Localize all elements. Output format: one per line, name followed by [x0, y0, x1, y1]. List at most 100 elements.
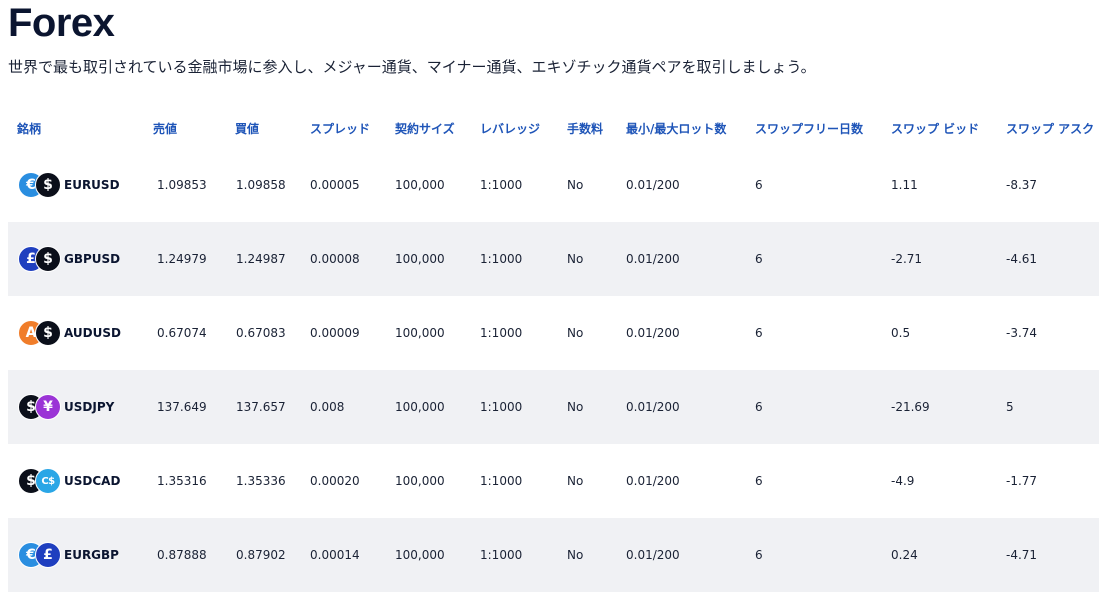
fee-cell: No [567, 474, 584, 488]
header-buy[interactable]: 買値 [235, 108, 259, 148]
currency-pair-icon: $ C$ [18, 468, 61, 494]
leverage-cell: 1:1000 [480, 252, 523, 266]
page-subtitle: 世界で最も取引されている金融市場に参入し、メジャー通貨、マイナー通貨、エキゾチッ… [8, 58, 816, 76]
swap-bid-cell: -2.71 [891, 252, 923, 266]
swap-free-days-cell: 6 [755, 474, 763, 488]
spread-cell: 0.008 [310, 400, 345, 414]
table-row[interactable]: $ C$ USDCAD 1.35316 1.35336 0.00020 100,000 1:1… [8, 444, 1099, 518]
fee-cell: No [567, 548, 584, 562]
symbol-cell[interactable]: $ ¥ USDJPY [17, 370, 114, 444]
fee-cell: No [567, 400, 584, 414]
leverage-cell: 1:1000 [480, 326, 523, 340]
contract-size-cell: 100,000 [395, 252, 445, 266]
lots-cell: 0.01/200 [626, 548, 680, 562]
dollar-icon: $ [35, 172, 61, 198]
symbol-label: GBPUSD [64, 252, 121, 266]
canadian-dollar-icon: C$ [35, 468, 61, 494]
swap-ask-cell: -4.71 [1006, 548, 1038, 562]
header-swap-ask[interactable]: スワップ アスク [1006, 108, 1094, 148]
leverage-cell: 1:1000 [480, 548, 523, 562]
swap-free-days-cell: 6 [755, 400, 763, 414]
buy-price-cell: 1.09858 [236, 178, 286, 192]
swap-ask-cell: -1.77 [1006, 474, 1038, 488]
dollar-icon: $ [35, 246, 61, 272]
symbol-cell[interactable]: € $ EURUSD [17, 148, 120, 222]
sell-price-cell: 0.67074 [157, 326, 207, 340]
table-header: 銘柄 売値 買値 スプレッド 契約サイズ レバレッジ 手数料 最小/最大ロット数… [8, 108, 1099, 148]
swap-free-days-cell: 6 [755, 326, 763, 340]
swap-bid-cell: 0.5 [891, 326, 911, 340]
buy-price-cell: 0.87902 [236, 548, 286, 562]
contract-size-cell: 100,000 [395, 400, 445, 414]
swap-free-days-cell: 6 [755, 548, 763, 562]
buy-price-cell: 1.35336 [236, 474, 286, 488]
currency-pair-icon: A $ [18, 320, 61, 346]
page-title: Forex [8, 1, 115, 45]
symbol-label: AUDUSD [64, 326, 121, 340]
table-row[interactable]: £ $ GBPUSD 1.24979 1.24987 0.00008 100,000 1:10… [8, 222, 1099, 296]
spread-cell: 0.00014 [310, 548, 360, 562]
symbol-cell[interactable]: A $ AUDUSD [17, 296, 121, 370]
lots-cell: 0.01/200 [626, 178, 680, 192]
pound-icon: £ [35, 542, 61, 568]
table-row[interactable]: € $ EURUSD 1.09853 1.09858 0.00005 100,000 1:10… [8, 148, 1099, 222]
symbol-label: EURUSD [64, 178, 120, 192]
swap-ask-cell: 5 [1006, 400, 1014, 414]
currency-pair-icon: £ $ [18, 246, 61, 272]
dollar-icon: $ [35, 320, 61, 346]
spread-cell: 0.00005 [310, 178, 360, 192]
lots-cell: 0.01/200 [626, 474, 680, 488]
swap-ask-cell: -4.61 [1006, 252, 1038, 266]
symbol-cell[interactable]: £ $ GBPUSD [17, 222, 120, 296]
symbol-label: EURGBP [64, 548, 119, 562]
yen-icon: ¥ [35, 394, 61, 420]
buy-price-cell: 1.24987 [236, 252, 286, 266]
contract-size-cell: 100,000 [395, 474, 445, 488]
table-row[interactable]: $ ¥ USDJPY 137.649 137.657 0.008 100,000 1:1000… [8, 370, 1099, 444]
header-lots[interactable]: 最小/最大ロット数 [626, 108, 726, 148]
lots-cell: 0.01/200 [626, 400, 680, 414]
leverage-cell: 1:1000 [480, 178, 523, 192]
table-row[interactable]: A $ AUDUSD 0.67074 0.67083 0.00009 100,000 1:10… [8, 296, 1099, 370]
symbol-label: USDJPY [64, 400, 115, 414]
leverage-cell: 1:1000 [480, 474, 523, 488]
contract-size-cell: 100,000 [395, 548, 445, 562]
leverage-cell: 1:1000 [480, 400, 523, 414]
header-sell[interactable]: 売値 [153, 108, 177, 148]
header-contract-size[interactable]: 契約サイズ [395, 108, 455, 148]
sell-price-cell: 0.87888 [157, 548, 207, 562]
fee-cell: No [567, 252, 584, 266]
currency-pair-icon: € £ [18, 542, 61, 568]
spread-cell: 0.00020 [310, 474, 360, 488]
swap-bid-cell: 0.24 [891, 548, 918, 562]
spread-cell: 0.00009 [310, 326, 360, 340]
header-leverage[interactable]: レバレッジ [480, 108, 540, 148]
currency-pair-icon: $ ¥ [18, 394, 61, 420]
symbol-label: USDCAD [64, 474, 121, 488]
currency-pair-icon: € $ [18, 172, 61, 198]
sell-price-cell: 1.09853 [157, 178, 207, 192]
header-symbol[interactable]: 銘柄 [17, 108, 41, 148]
symbol-cell[interactable]: € £ EURGBP [17, 518, 119, 592]
forex-table: 銘柄 売値 買値 スプレッド 契約サイズ レバレッジ 手数料 最小/最大ロット数… [8, 108, 1099, 592]
header-swap-bid[interactable]: スワップ ビッド [891, 108, 979, 148]
swap-free-days-cell: 6 [755, 252, 763, 266]
contract-size-cell: 100,000 [395, 178, 445, 192]
buy-price-cell: 0.67083 [236, 326, 286, 340]
swap-bid-cell: -4.9 [891, 474, 915, 488]
contract-size-cell: 100,000 [395, 326, 445, 340]
header-spread[interactable]: スプレッド [310, 108, 370, 148]
buy-price-cell: 137.657 [236, 400, 286, 414]
swap-ask-cell: -3.74 [1006, 326, 1038, 340]
symbol-cell[interactable]: $ C$ USDCAD [17, 444, 120, 518]
header-fee[interactable]: 手数料 [567, 108, 603, 148]
table-row[interactable]: € £ EURGBP 0.87888 0.87902 0.00014 100,000 1:10… [8, 518, 1099, 592]
sell-price-cell: 1.35316 [157, 474, 207, 488]
lots-cell: 0.01/200 [626, 326, 680, 340]
header-swap-free-days[interactable]: スワップフリー日数 [755, 108, 863, 148]
spread-cell: 0.00008 [310, 252, 360, 266]
fee-cell: No [567, 178, 584, 192]
swap-bid-cell: -21.69 [891, 400, 930, 414]
swap-ask-cell: -8.37 [1006, 178, 1038, 192]
fee-cell: No [567, 326, 584, 340]
